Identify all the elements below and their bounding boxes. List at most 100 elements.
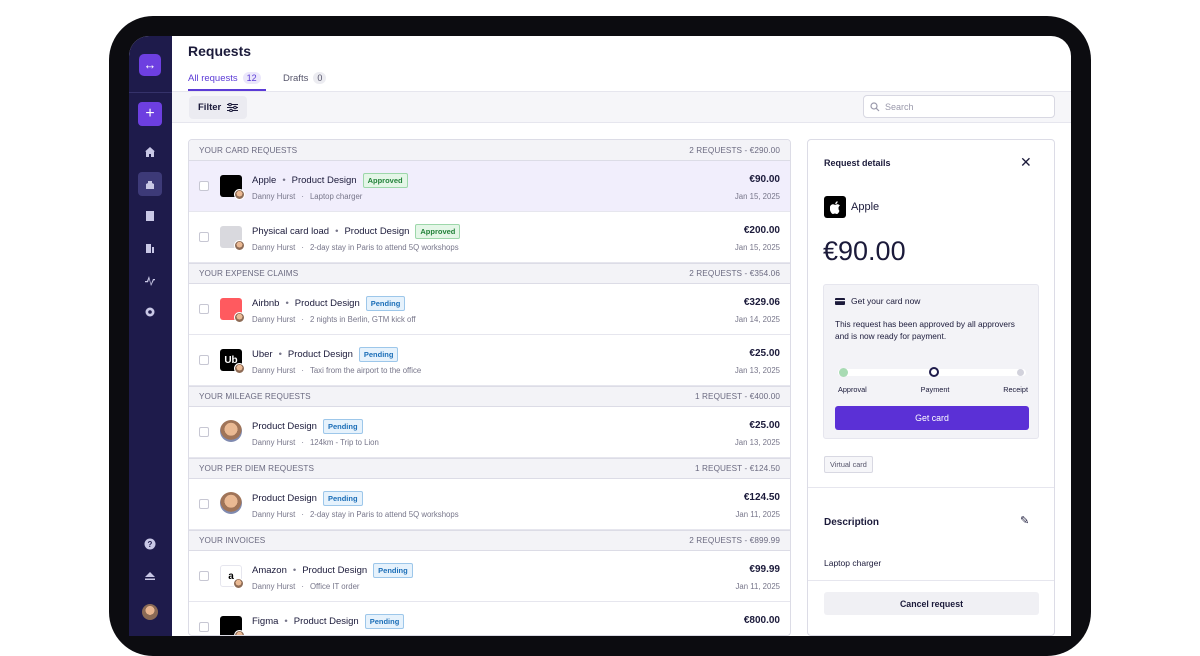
step-receipt-pending — [1017, 369, 1024, 376]
row-checkbox[interactable] — [199, 427, 209, 437]
row-note: 124km - Trip to Lion — [309, 438, 379, 447]
tab-all-requests[interactable]: All requests 12 — [188, 72, 261, 84]
status-badge: Pending — [364, 614, 405, 629]
row-amount: €329.06 — [743, 297, 780, 308]
separator-dot: • — [292, 565, 297, 576]
row-subtitle: Danny Hurst · 124km - Trip to Lion — [252, 438, 379, 447]
eject-icon[interactable] — [138, 564, 162, 588]
request-row[interactable]: Airbnb • Product Design Pending Danny Hurst… — [189, 284, 790, 335]
tab-count-badge: 12 — [242, 72, 261, 84]
app-logo[interactable]: ↔ — [139, 54, 161, 76]
separator-dot: • — [285, 298, 289, 309]
row-date: Jan 13, 2025 — [734, 438, 780, 447]
tab-label: Drafts — [283, 72, 309, 84]
nav-requests-icon[interactable] — [138, 172, 162, 196]
separator-dot: • — [284, 616, 288, 627]
sidebar-divider — [129, 92, 172, 93]
row-requester: Danny Hurst — [252, 438, 296, 447]
requester-mini-avatar — [233, 578, 244, 589]
panel-title: Request details — [824, 158, 891, 168]
separator-dot: · — [258, 633, 261, 635]
edit-pencil-icon[interactable]: ✎ — [1020, 514, 1029, 527]
section-header: YOUR PER DIEM REQUESTS 1 REQUEST - €124.5… — [189, 458, 790, 479]
section-summary: 2 REQUESTS - €354.06 — [689, 269, 780, 278]
row-note: Taxi from the airport to the office — [309, 366, 422, 375]
row-checkbox[interactable] — [199, 622, 209, 632]
virtual-card-tag: Virtual card — [824, 456, 873, 473]
section-header: YOUR CARD REQUESTS 2 REQUESTS - €290.00 — [189, 140, 790, 161]
merchant-logo-icon — [220, 616, 245, 635]
section-title: YOUR MILEAGE REQUESTS — [199, 392, 311, 401]
row-merchant: Amazon — [252, 565, 287, 576]
get-card-button[interactable]: Get card — [835, 406, 1029, 430]
separator-dot: · — [301, 366, 304, 375]
section-title: YOUR CARD REQUESTS — [199, 145, 298, 155]
search-input[interactable]: Search — [863, 95, 1055, 118]
row-requester: Danny Hurst — [252, 315, 296, 324]
merchant-logo-icon — [220, 298, 245, 323]
credit-card-icon — [835, 297, 845, 305]
row-merchant: Uber — [252, 349, 273, 360]
request-row[interactable]: Apple • Product Design Approved Danny Hurst… — [189, 161, 790, 212]
row-category: Product Design — [344, 226, 410, 237]
cancel-request-button[interactable]: Cancel request — [824, 592, 1039, 615]
row-checkbox[interactable] — [199, 232, 209, 242]
search-placeholder: Search — [885, 101, 914, 112]
status-badge: Pending — [322, 419, 363, 434]
status-badge: Pending — [365, 296, 406, 311]
row-checkbox[interactable] — [199, 499, 209, 509]
request-row[interactable]: Product Design Pending Danny Hurst · 2-day … — [189, 479, 790, 530]
filter-button[interactable]: Filter — [189, 96, 248, 119]
request-row[interactable]: Physical card load • Product Design Approve… — [189, 212, 790, 263]
step-label: Approval — [838, 385, 867, 394]
get-card-box: Get your card now This request has been … — [823, 284, 1039, 439]
requester-avatar — [220, 492, 242, 514]
request-amount: €90.00 — [823, 236, 906, 266]
section-summary: 2 REQUESTS - €290.00 — [689, 145, 780, 155]
row-note: 2-day stay in Paris to attend 5Q worksho… — [309, 243, 459, 252]
section-summary: 2 REQUESTS - €899.99 — [689, 536, 780, 545]
row-category: Product Design — [252, 421, 317, 432]
nav-settings-icon[interactable] — [138, 300, 162, 324]
row-subtitle: Danny Hurst · Taxi from the airport to the… — [252, 366, 421, 375]
apple-logo-icon — [824, 196, 846, 218]
request-row[interactable]: Ub Uber • Product Design Pending Danny Hurs… — [189, 335, 790, 386]
tab-drafts[interactable]: Drafts 0 — [283, 72, 327, 84]
nav-receipts-icon[interactable] — [138, 204, 162, 228]
section-header: YOUR MILEAGE REQUESTS 1 REQUEST - €400.00 — [189, 386, 790, 407]
description-heading: Description — [824, 517, 880, 528]
row-date: Jan 11, 2025 — [735, 582, 780, 591]
row-category: Product Design — [291, 175, 357, 186]
user-avatar[interactable] — [142, 604, 158, 620]
nav-analytics-icon[interactable] — [138, 268, 162, 292]
section-summary: 1 REQUEST - €124.50 — [694, 464, 780, 473]
row-requester: Danny Hurst — [252, 243, 296, 252]
nav-home-icon[interactable] — [138, 140, 162, 164]
request-row[interactable]: Figma • Product Design Pending · €800.00 — [189, 602, 790, 635]
row-subtitle: Danny Hurst · 2 nights in Berlin, GTM kick… — [252, 315, 416, 324]
row-checkbox[interactable] — [199, 304, 209, 314]
step-approval-done — [839, 368, 848, 377]
row-category: Product Design — [252, 493, 317, 504]
row-checkbox[interactable] — [199, 355, 209, 365]
row-note: Laptop charger — [309, 192, 363, 201]
progress-steps: Approval Payment Receipt — [838, 385, 1028, 394]
requester-mini-avatar — [234, 363, 245, 374]
row-checkbox[interactable] — [199, 571, 209, 581]
row-amount: €90.00 — [749, 174, 780, 185]
request-row[interactable]: a Amazon • Product Design Pending Danny Hur… — [189, 551, 790, 602]
close-icon[interactable]: ✕ — [1020, 154, 1032, 171]
row-requester: Danny Hurst — [252, 366, 296, 375]
card-box-message: This request has been approved by all ap… — [835, 319, 1015, 341]
nav-company-icon[interactable] — [138, 236, 162, 260]
section-header: YOUR EXPENSE CLAIMS 2 REQUESTS - €354.06 — [189, 263, 790, 284]
merchant-logo-icon — [220, 226, 245, 251]
panel-divider — [808, 487, 1054, 488]
section-summary: 1 REQUEST - €400.00 — [694, 392, 780, 401]
tab-label: All requests — [188, 72, 238, 84]
help-icon[interactable]: ? — [138, 532, 162, 556]
request-row[interactable]: Product Design Pending Danny Hurst · 124km … — [189, 407, 790, 458]
row-date: Jan 13, 2025 — [734, 366, 780, 375]
row-checkbox[interactable] — [199, 181, 209, 191]
add-button[interactable]: + — [138, 102, 162, 126]
